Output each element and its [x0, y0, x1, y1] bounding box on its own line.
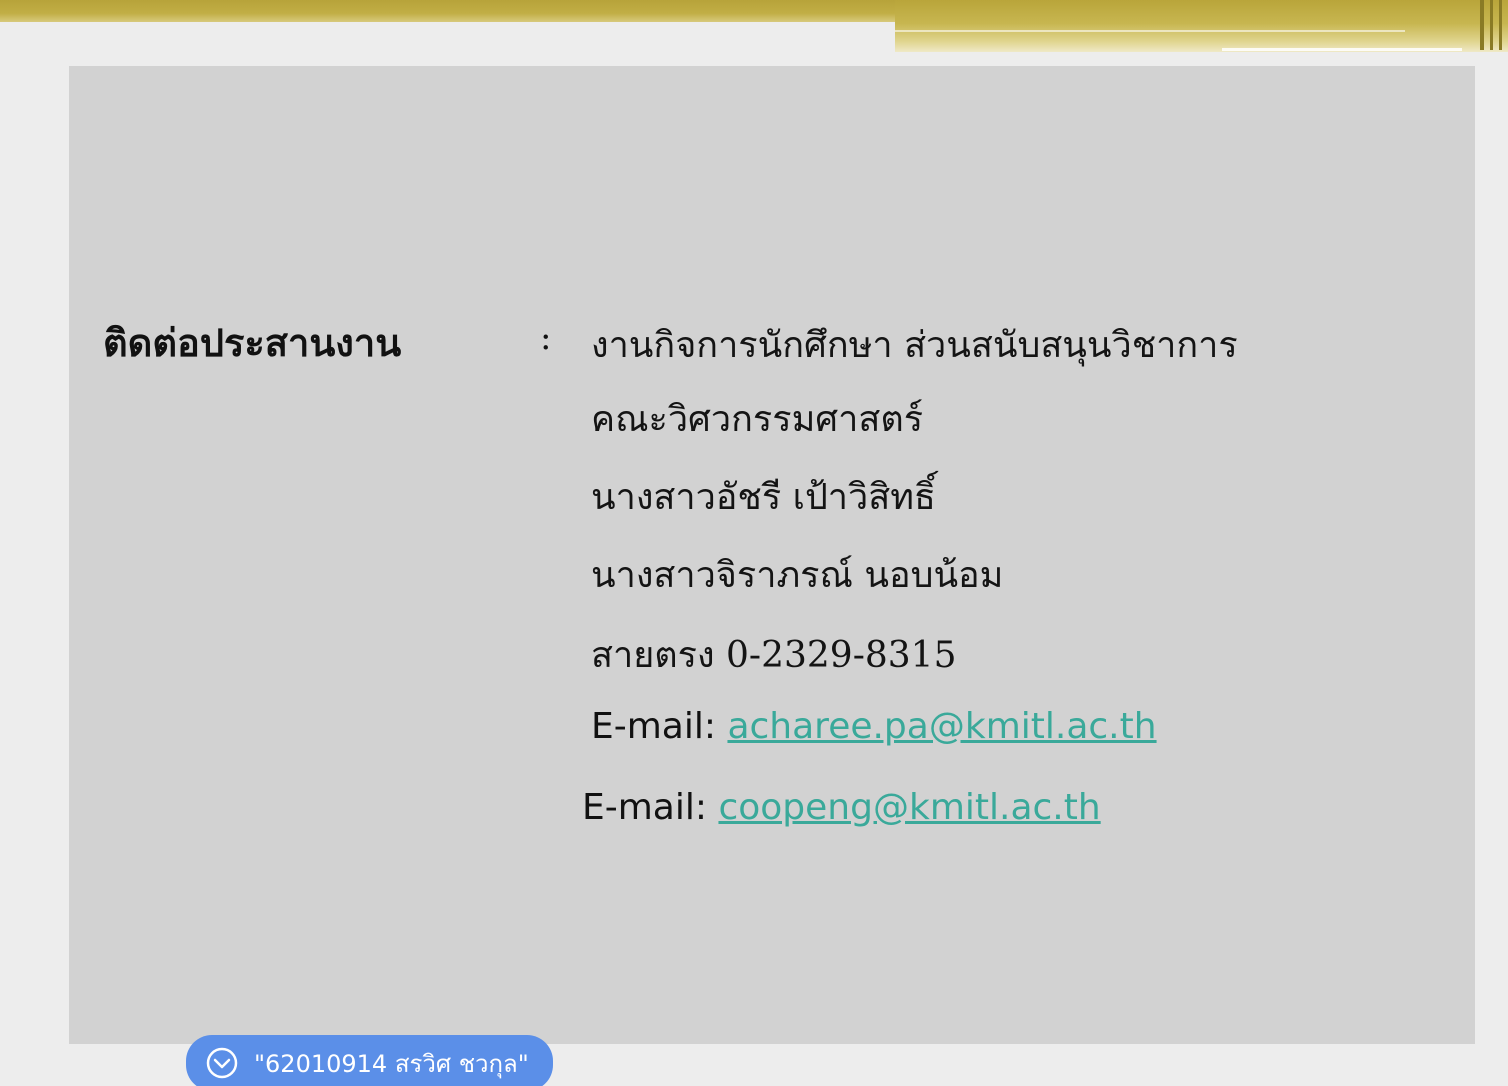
- right-stripe: [1490, 0, 1493, 50]
- right-stripe: [1480, 0, 1484, 50]
- email-row-1: E-mail: acharee.pa@kmitl.ac.th: [591, 706, 1157, 747]
- email-label: E-mail:: [582, 787, 707, 828]
- contact-phone: สายตรง 0-2329-8315: [591, 635, 957, 676]
- top-band-highlight: [895, 30, 1405, 32]
- chevron-down-circle-icon[interactable]: [206, 1047, 238, 1079]
- top-gold-band-right: [895, 0, 1508, 52]
- email-label: E-mail:: [591, 706, 716, 747]
- contact-label: ติดต่อประสานงาน: [103, 320, 402, 365]
- email-link-coopeng[interactable]: coopeng@kmitl.ac.th: [718, 787, 1100, 828]
- top-band-white-line: [1222, 48, 1462, 51]
- screen: ติดต่อประสานงาน : งานกิจการนักศึกษา ส่วน…: [0, 0, 1508, 1086]
- email-link-acharee[interactable]: acharee.pa@kmitl.ac.th: [727, 706, 1156, 747]
- right-stripe: [1499, 0, 1502, 50]
- contact-person-1: นางสาวอัชรี เป้าวิสิทธิ์: [591, 477, 936, 518]
- contact-person-2: นางสาวจิราภรณ์ นอบน้อม: [591, 555, 1004, 596]
- contact-faculty: คณะวิศวกรรมศาสตร์: [591, 399, 924, 440]
- caption-text: "62010914 สรวิศ ชวกุล": [254, 1049, 529, 1078]
- caption-pill[interactable]: "62010914 สรวิศ ชวกุล": [186, 1035, 553, 1086]
- contact-department: งานกิจการนักศึกษา ส่วนสนับสนุนวิชาการ: [591, 325, 1238, 366]
- colon-separator: :: [540, 318, 552, 358]
- email-row-2: E-mail: coopeng@kmitl.ac.th: [582, 787, 1101, 828]
